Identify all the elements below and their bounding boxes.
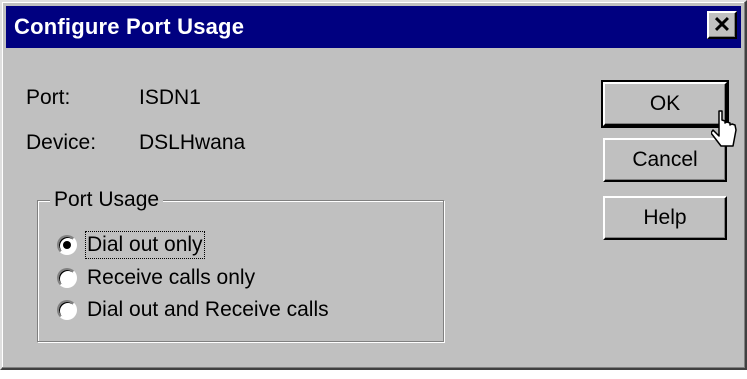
close-icon: ✕	[712, 12, 732, 37]
radio-option-dial-out-only[interactable]: Dial out only	[57, 231, 205, 259]
radio-label-receive-calls-only: Receive calls only	[87, 266, 256, 289]
mouse-pointer-icon	[711, 110, 737, 147]
title-bar[interactable]: Configure Port Usage ✕	[6, 6, 741, 48]
radio-button[interactable]	[57, 268, 77, 288]
radio-button[interactable]	[57, 300, 77, 320]
help-button[interactable]: Help	[603, 196, 727, 240]
radio-option-dial-out-and-receive[interactable]: Dial out and Receive calls	[57, 298, 329, 322]
port-label: Port:	[26, 86, 71, 109]
radio-option-receive-calls-only[interactable]: Receive calls only	[57, 266, 255, 290]
ok-button-label: OK	[649, 92, 681, 115]
device-label: Device:	[26, 131, 97, 154]
ok-button[interactable]: OK	[601, 80, 729, 128]
radio-button-checked[interactable]	[57, 235, 77, 255]
help-button-label: Help	[643, 206, 687, 229]
dialog-title: Configure Port Usage	[14, 14, 245, 39]
close-button[interactable]: ✕	[707, 11, 737, 39]
port-value: ISDN1	[139, 86, 201, 109]
device-value: DSLHwana	[139, 131, 246, 154]
radio-label-dial-out-and-receive: Dial out and Receive calls	[87, 298, 329, 321]
radio-label-dial-out-only: Dial out only	[85, 231, 205, 259]
port-usage-legend: Port Usage	[50, 188, 164, 212]
cancel-button-label: Cancel	[632, 148, 698, 171]
cancel-button[interactable]: Cancel	[603, 138, 727, 182]
